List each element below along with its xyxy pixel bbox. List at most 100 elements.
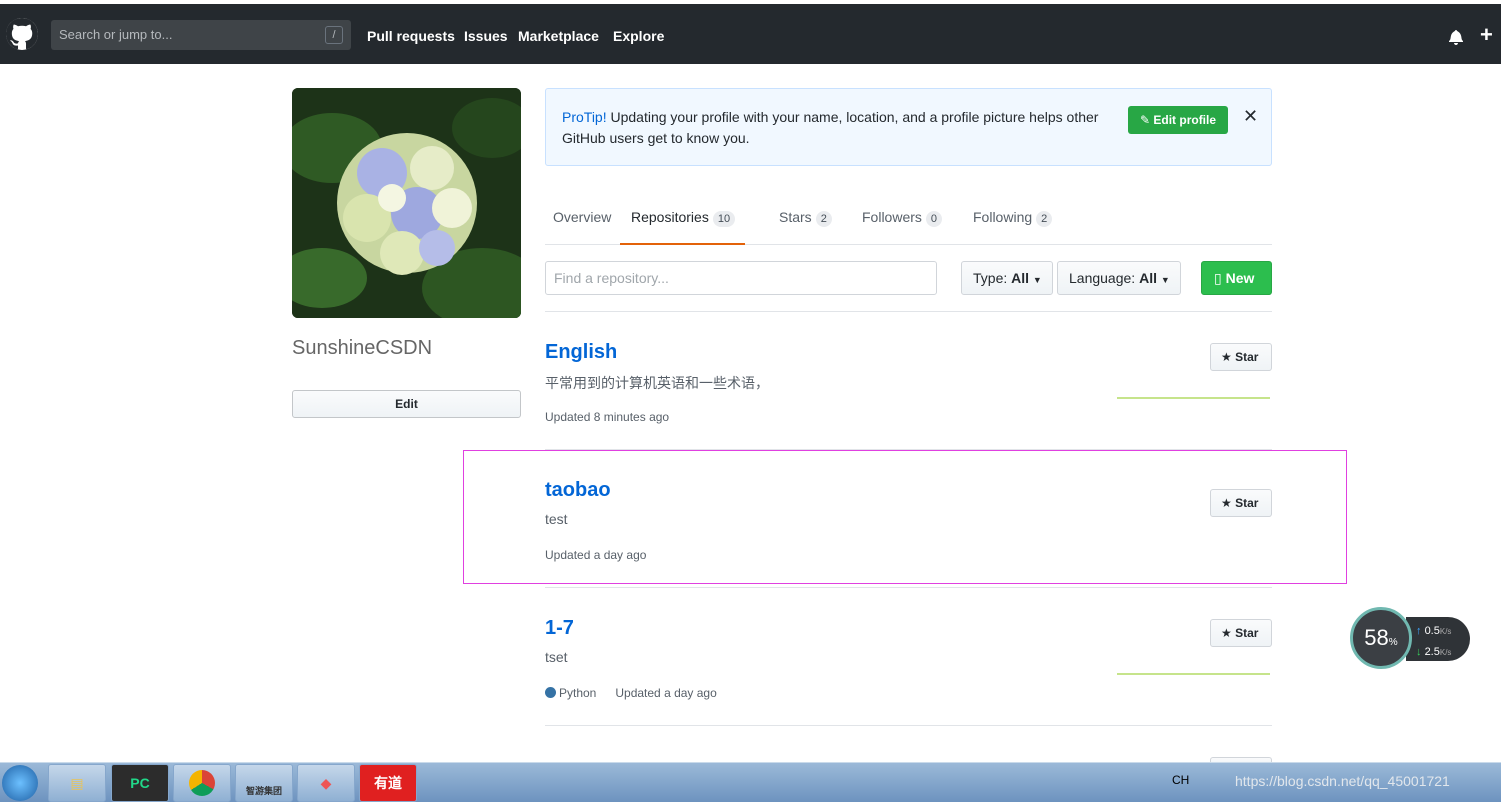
network-speed-widget[interactable]: ↑ 0.5K/s ↓ 2.5K/s 58% [1350,607,1472,669]
app-label: 有道 [374,775,402,791]
nav-issues[interactable]: Issues [464,28,508,44]
new-repository-button[interactable]: ▯ New [1201,261,1272,295]
profile-tabs: Overview Repositories 10 Stars 2 Followers… [545,196,1272,245]
nav-pull-requests[interactable]: Pull requests [367,28,455,44]
caret-down-icon: ▼ [1032,275,1042,285]
windows-taskbar: ▤ PC 智游集团 ◆ 有道 CH https://blog.csdn.net/… [0,762,1501,802]
search-shortcut-key: / [325,26,343,44]
close-icon[interactable]: ✕ [1243,106,1258,127]
tab-count: 0 [925,211,943,227]
usage-percent-unit: % [1388,637,1398,648]
star-label: Star [1235,626,1259,640]
tab-repositories[interactable]: Repositories 10 [620,196,746,245]
protip-message: Updating your profile with your name, lo… [562,109,1099,146]
github-logo-icon[interactable] [6,18,38,50]
caret-down-icon: ▼ [1160,275,1170,285]
find-repository-input[interactable]: Find a repository... [545,261,937,295]
git-app-icon[interactable]: ◆ [297,764,355,802]
divider [545,587,1272,588]
divider [545,311,1272,312]
upload-value: 0.5 [1424,625,1440,637]
protip-banner: ProTip! Updating your profile with your … [545,88,1272,166]
profile-avatar[interactable] [292,88,521,318]
repo-language: Python [559,686,597,700]
star-icon: ★ [1221,626,1236,640]
app-label: PC [130,775,150,791]
edit-profile-button[interactable]: Edit [292,390,521,418]
tab-label: Followers [862,209,922,225]
tab-count: 2 [815,211,832,227]
repo-updated: Updated 8 minutes ago [545,410,670,424]
type-filter-label: Type: [973,270,1008,286]
arrow-down-icon: ↓ [1416,646,1422,658]
repo-description: tset [545,649,568,665]
star-icon: ★ [1221,350,1236,364]
zhiyou-app-icon[interactable]: 智游集团 [235,764,293,802]
search-box[interactable]: Search or jump to... / [51,20,351,50]
new-button-label: New [1225,270,1255,286]
tab-label: Stars [779,209,812,225]
tray-language[interactable]: CH [1172,773,1189,787]
tab-label: Overview [553,209,612,225]
memory-usage-circle: 58% [1350,607,1412,669]
tab-label: Following [973,209,1033,225]
profile-username: SunshineCSDN [292,337,433,359]
download-value: 2.5 [1424,646,1440,658]
file-explorer-icon[interactable]: ▤ [48,764,106,802]
download-speed: ↓ 2.5K/s [1416,642,1470,663]
start-button[interactable] [2,765,38,801]
speed-panel: ↑ 0.5K/s ↓ 2.5K/s [1406,617,1470,661]
speed-unit: K/s [1439,648,1452,657]
arrow-up-icon: ↑ [1416,625,1422,637]
tab-overview[interactable]: Overview [553,196,611,244]
star-button[interactable]: ★ Star [1210,343,1272,371]
folder-icon: ▤ [70,775,84,791]
tab-label: Repositories [631,209,709,225]
app-label: 智游集团 [245,786,282,796]
youdao-app-icon[interactable]: 有道 [359,764,417,802]
star-button[interactable]: ★ Star [1210,619,1272,647]
diamond-icon: ◆ [320,775,332,791]
repo-link[interactable]: 1-7 [545,617,574,640]
protip-edit-label: Edit profile [1153,113,1217,127]
nav-explore[interactable]: Explore [613,28,664,44]
repo-description: 平常用到的计算机英语和一些术语， [545,375,769,391]
activity-sparkline [1117,397,1270,399]
tab-count: 10 [712,211,736,227]
usage-percent: 58 [1364,625,1389,650]
upload-speed: ↑ 0.5K/s [1416,621,1470,642]
nav-marketplace[interactable]: Marketplace [518,28,599,44]
hydrangea-photo [292,88,521,318]
top-navbar: Search or jump to... / Pull requests Iss… [0,0,1501,64]
chrome-icon[interactable] [173,764,231,802]
protip-strong: ProTip! [562,109,607,125]
pycharm-icon[interactable]: PC [111,764,169,802]
notifications-bell-icon[interactable] [1449,29,1463,45]
protip-text: ProTip! Updating your profile with your … [562,107,1122,149]
star-label: Star [1235,350,1259,364]
chrome-logo [189,770,215,796]
repo-icon: ▯ [1214,270,1226,286]
tab-followers[interactable]: Followers 0 [862,196,943,244]
pencil-icon: ✎ [1139,113,1154,127]
speed-unit: K/s [1439,627,1452,636]
activity-sparkline [1117,673,1270,675]
type-filter-value: All [1011,270,1030,286]
divider [545,725,1272,726]
repo-meta-row: Python Updated a day ago [545,686,717,700]
type-filter-select[interactable]: Type: All ▼ [961,261,1053,295]
repo-updated: Updated a day ago [615,686,717,700]
language-filter-select[interactable]: Language: All ▼ [1057,261,1181,295]
tab-following[interactable]: Following 2 [973,196,1053,244]
language-filter-label: Language: [1069,270,1136,286]
create-new-plus-icon[interactable]: + [1480,24,1493,46]
language-filter-value: All [1139,270,1157,286]
language-color-dot [545,687,556,698]
tab-count: 2 [1036,211,1053,227]
search-input[interactable]: Search or jump to... [59,27,172,42]
watermark-url: https://blog.csdn.net/qq_45001721 [1235,773,1450,789]
tab-stars[interactable]: Stars 2 [779,196,832,244]
repo-link[interactable]: English [545,341,617,364]
protip-edit-profile-button[interactable]: ✎ Edit profile [1128,106,1228,134]
highlight-box [463,450,1347,584]
